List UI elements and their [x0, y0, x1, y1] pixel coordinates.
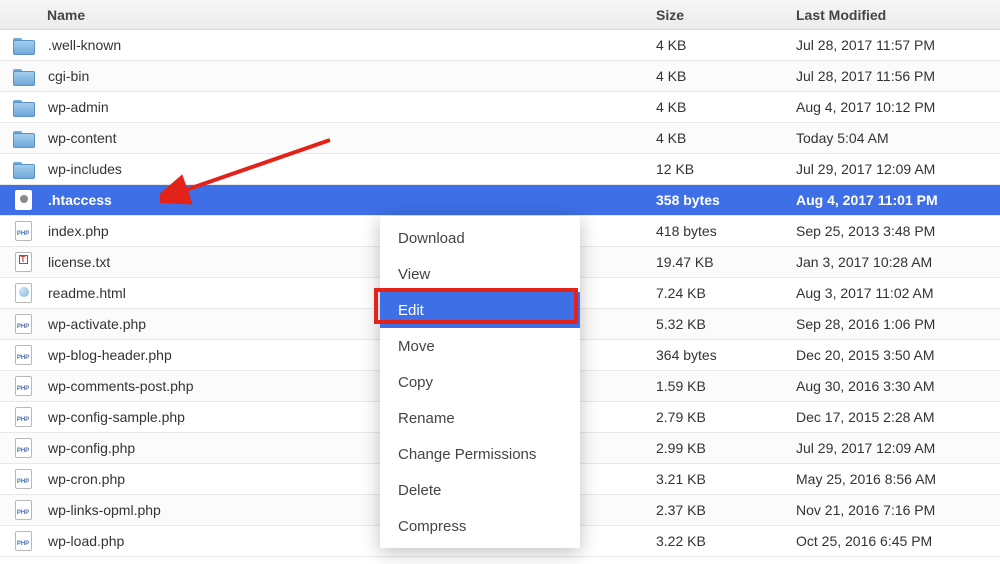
menu-item-delete[interactable]: Delete	[380, 472, 580, 508]
table-row[interactable]: wp-includes12 KBJul 29, 2017 12:09 AM	[0, 154, 1000, 185]
file-size: 19.47 KB	[656, 254, 796, 270]
file-name: wp-includes	[46, 161, 656, 177]
folder-icon	[0, 38, 46, 53]
menu-item-download[interactable]: Download	[380, 220, 580, 256]
file-size: 1.59 KB	[656, 378, 796, 394]
file-size: 5.32 KB	[656, 316, 796, 332]
file-date: Jul 29, 2017 12:09 AM	[796, 161, 1000, 177]
html-icon	[0, 283, 46, 303]
php-icon: PHP	[0, 469, 46, 489]
folder-icon	[0, 162, 46, 177]
file-date: Sep 25, 2013 3:48 PM	[796, 223, 1000, 239]
php-icon: PHP	[0, 314, 46, 334]
folder-icon	[0, 131, 46, 146]
context-menu: DownloadViewEditMoveCopyRenameChange Per…	[380, 216, 580, 548]
table-row[interactable]: wp-admin4 KBAug 4, 2017 10:12 PM	[0, 92, 1000, 123]
php-icon: PHP	[0, 500, 46, 520]
file-date: Sep 28, 2016 1:06 PM	[796, 316, 1000, 332]
table-row[interactable]: .htaccess358 bytesAug 4, 2017 11:01 PM	[0, 185, 1000, 216]
col-size[interactable]: Size	[656, 7, 796, 23]
php-icon: PHP	[0, 221, 46, 241]
file-size: 2.37 KB	[656, 502, 796, 518]
menu-item-edit[interactable]: Edit	[380, 292, 580, 328]
file-date: Aug 4, 2017 10:12 PM	[796, 99, 1000, 115]
file-size: 2.79 KB	[656, 409, 796, 425]
menu-item-copy[interactable]: Copy	[380, 364, 580, 400]
menu-item-change-permissions[interactable]: Change Permissions	[380, 436, 580, 472]
file-size: 12 KB	[656, 161, 796, 177]
file-name: wp-content	[46, 130, 656, 146]
table-row[interactable]: cgi-bin4 KBJul 28, 2017 11:56 PM	[0, 61, 1000, 92]
file-date: Aug 4, 2017 11:01 PM	[796, 192, 1000, 208]
file-date: Today 5:04 AM	[796, 130, 1000, 146]
file-date: May 25, 2016 8:56 AM	[796, 471, 1000, 487]
file-size: 7.24 KB	[656, 285, 796, 301]
menu-item-view[interactable]: View	[380, 256, 580, 292]
file-name: wp-admin	[46, 99, 656, 115]
file-date: Dec 20, 2015 3:50 AM	[796, 347, 1000, 363]
file-date: Aug 30, 2016 3:30 AM	[796, 378, 1000, 394]
table-row[interactable]: wp-content4 KBToday 5:04 AM	[0, 123, 1000, 154]
table-row[interactable]: .well-known4 KBJul 28, 2017 11:57 PM	[0, 30, 1000, 61]
folder-icon	[0, 69, 46, 84]
file-date: Aug 3, 2017 11:02 AM	[796, 285, 1000, 301]
file-size: 364 bytes	[656, 347, 796, 363]
file-size: 3.21 KB	[656, 471, 796, 487]
file-size: 418 bytes	[656, 223, 796, 239]
col-date[interactable]: Last Modified	[796, 7, 1000, 23]
php-icon: PHP	[0, 531, 46, 551]
file-date: Jul 28, 2017 11:56 PM	[796, 68, 1000, 84]
menu-item-move[interactable]: Move	[380, 328, 580, 364]
file-date: Jul 28, 2017 11:57 PM	[796, 37, 1000, 53]
file-date: Dec 17, 2015 2:28 AM	[796, 409, 1000, 425]
folder-icon	[0, 100, 46, 115]
table-header: Name Size Last Modified	[0, 0, 1000, 30]
file-date: Oct 25, 2016 6:45 PM	[796, 533, 1000, 549]
file-size: 4 KB	[656, 68, 796, 84]
file-name: .well-known	[46, 37, 656, 53]
file-date: Jan 3, 2017 10:28 AM	[796, 254, 1000, 270]
file-size: 358 bytes	[656, 192, 796, 208]
file-size: 4 KB	[656, 37, 796, 53]
file-name: cgi-bin	[46, 68, 656, 84]
php-icon: PHP	[0, 438, 46, 458]
sys-icon	[0, 190, 46, 210]
php-icon: PHP	[0, 376, 46, 396]
php-icon: PHP	[0, 407, 46, 427]
col-name[interactable]: Name	[46, 7, 656, 23]
file-date: Jul 29, 2017 12:09 AM	[796, 440, 1000, 456]
file-size: 2.99 KB	[656, 440, 796, 456]
php-icon: PHP	[0, 345, 46, 365]
menu-item-compress[interactable]: Compress	[380, 508, 580, 544]
file-size: 4 KB	[656, 99, 796, 115]
menu-item-rename[interactable]: Rename	[380, 400, 580, 436]
file-date: Nov 21, 2016 7:16 PM	[796, 502, 1000, 518]
txt-icon: T	[0, 252, 46, 272]
file-size: 4 KB	[656, 130, 796, 146]
file-size: 3.22 KB	[656, 533, 796, 549]
file-name: .htaccess	[46, 192, 656, 208]
